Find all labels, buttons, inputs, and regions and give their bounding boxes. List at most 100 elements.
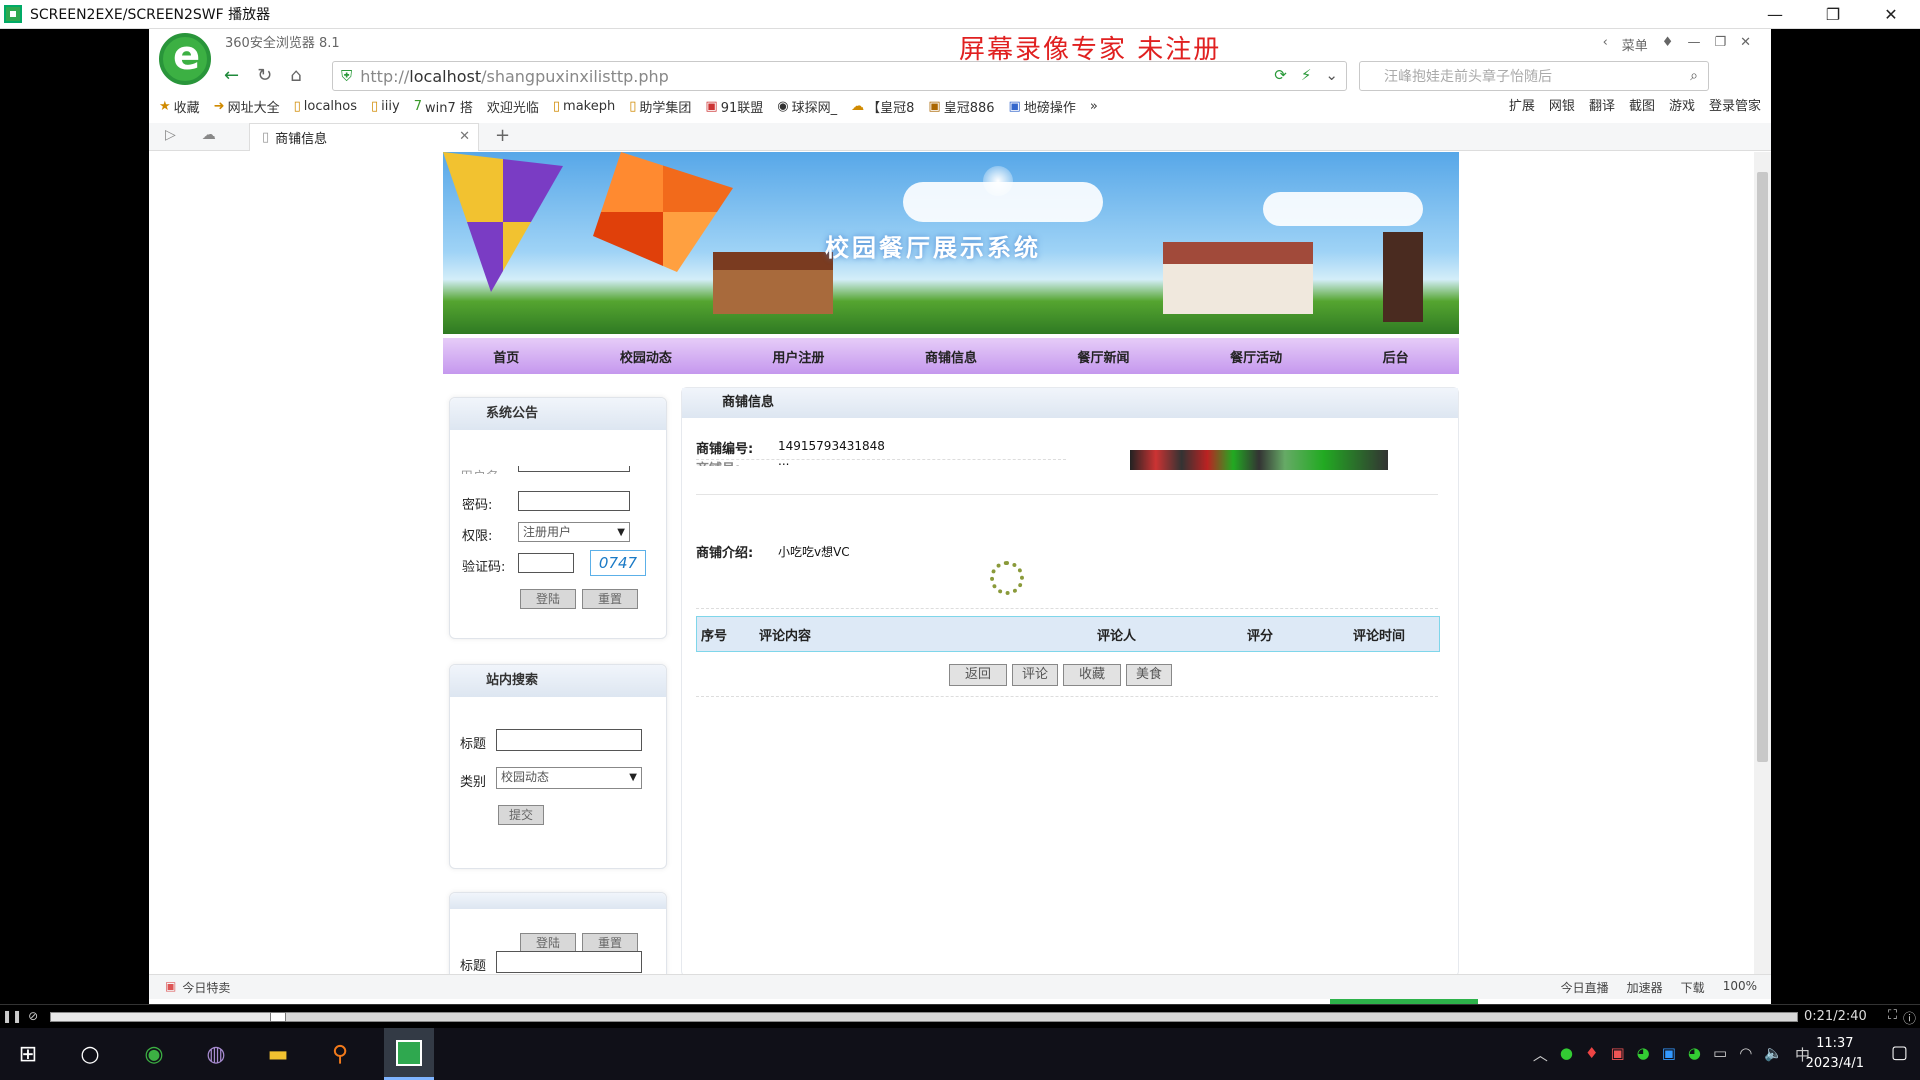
nav-campus-news[interactable]: 校园动态 (620, 347, 672, 366)
app-avatar-icon[interactable]: ◍ (198, 1036, 234, 1072)
browser-restore-icon[interactable]: ❐ (1714, 35, 1726, 54)
toolbar-item[interactable]: 登录管家 (1709, 95, 1761, 114)
bookmark-item[interactable]: 欢迎光临 (487, 97, 539, 116)
home-icon[interactable]: ⌂ (290, 65, 301, 86)
bookmark-item[interactable]: ▣ 地磅操作 (1009, 97, 1076, 116)
nav-restaurant-events[interactable]: 餐厅活动 (1230, 347, 1282, 366)
search-circle-icon[interactable]: ○ (72, 1036, 108, 1072)
bookmark-more[interactable]: » (1090, 99, 1098, 114)
shirt-icon[interactable]: ♦ (1662, 35, 1674, 54)
dropdown-icon[interactable]: ⌄ (1325, 66, 1338, 84)
nav-register[interactable]: 用户注册 (772, 347, 824, 366)
search-icon[interactable]: ⌕ (1690, 68, 1698, 84)
toolbar-item[interactable]: 扩展 (1509, 95, 1535, 114)
favorite-button[interactable]: 收藏 (1063, 664, 1121, 686)
search-title-input[interactable] (496, 729, 642, 751)
status-accelerator[interactable]: 加速器 (1627, 979, 1663, 996)
status-download[interactable]: 下载 (1681, 979, 1705, 996)
minimize-button[interactable]: — (1746, 0, 1804, 29)
ghost-title-input[interactable] (496, 951, 642, 973)
search-submit-button[interactable]: 提交 (498, 805, 544, 825)
bookmark-item[interactable]: ▣ 皇冠886 (928, 97, 994, 116)
tray-shield-icon[interactable]: ▣ (1610, 1044, 1624, 1065)
progress-knob[interactable] (269, 1012, 286, 1022)
toolbar-item[interactable]: 游戏 (1669, 95, 1695, 114)
browser-menu[interactable]: 菜单 (1622, 35, 1648, 54)
stop-icon[interactable]: ⊘ (28, 1009, 38, 1023)
reset-button[interactable]: 重置 (582, 589, 638, 609)
tab-shop-info[interactable]: ▯ 商铺信息 ✕ (249, 123, 479, 151)
zoom-level[interactable]: 100% (1723, 979, 1757, 996)
address-bar[interactable]: ⛨ http://localhost/shangpuxinxilisttp.ph… (332, 61, 1347, 91)
player-taskbar-button[interactable] (384, 1028, 434, 1080)
nav-admin[interactable]: 后台 (1383, 347, 1409, 366)
tray-security-icon[interactable]: ▣ (1662, 1044, 1676, 1065)
nav-shop-info[interactable]: 商铺信息 (925, 347, 977, 366)
tray-360-icon[interactable]: ● (1560, 1044, 1573, 1065)
pause-icon[interactable]: ❚❚ (2, 1009, 22, 1023)
shop-image[interactable] (1130, 450, 1388, 470)
bookmark-item[interactable]: ☁ 【皇冠8 (851, 97, 914, 116)
windows-start-icon[interactable]: ⊞ (10, 1036, 46, 1072)
notification-icon[interactable]: ▢ (1891, 1042, 1908, 1063)
tray-expand-icon[interactable]: ︿ (1533, 1044, 1548, 1065)
info-icon[interactable]: ⓘ (1903, 1008, 1916, 1027)
sidebar-toggle-icon[interactable]: ▷ (165, 127, 176, 143)
new-tab-icon[interactable]: + (495, 125, 510, 146)
password-input[interactable] (518, 491, 630, 511)
status-live[interactable]: 今日直播 (1561, 979, 1609, 996)
captcha-input[interactable] (518, 553, 574, 573)
scroll-thumb[interactable] (1757, 172, 1768, 762)
page-scrollbar[interactable] (1754, 152, 1771, 974)
username-input[interactable] (518, 466, 630, 472)
tray-wechat-icon[interactable]: ◕ (1637, 1044, 1650, 1065)
bookmark-item[interactable]: ★ 收藏 (159, 97, 200, 116)
login-button[interactable]: 登陆 (520, 589, 576, 609)
volume-icon[interactable]: 🔈 (1764, 1044, 1783, 1065)
toolbar-item[interactable]: 截图 (1629, 95, 1655, 114)
comment-button[interactable]: 评论 (1012, 664, 1058, 686)
food-button[interactable]: 美食 (1126, 664, 1172, 686)
browser-360-icon[interactable]: ◉ (136, 1036, 172, 1072)
back-button[interactable]: 返回 (949, 664, 1007, 686)
nav-home[interactable]: 首页 (493, 347, 519, 366)
restore-button[interactable]: ❐ (1804, 0, 1862, 29)
browser-close-icon[interactable]: ✕ (1740, 35, 1751, 54)
wifi-icon[interactable]: ◠ (1739, 1044, 1752, 1065)
bookmark-item[interactable]: ▯ localhos (294, 99, 357, 114)
tray-app-icon[interactable]: ♦ (1585, 1044, 1598, 1065)
bookmark-item[interactable]: ▯ iiiy (371, 99, 400, 114)
search-box[interactable]: 汪峰抱娃走前头章子怡随后 ⌕ (1359, 61, 1709, 91)
lightning-icon[interactable]: ⚡ (1301, 66, 1312, 84)
battery-icon[interactable]: ▭ (1713, 1044, 1727, 1065)
search-category-select[interactable]: 校园动态 (496, 767, 642, 789)
nav-restaurant-news[interactable]: 餐厅新闻 (1078, 347, 1130, 366)
cloud-icon[interactable]: ☁ (202, 127, 216, 143)
close-button[interactable]: ✕ (1862, 0, 1920, 29)
tab-close-icon[interactable]: ✕ (459, 129, 470, 144)
toolbar-item[interactable]: 网银 (1549, 95, 1575, 114)
bookmark-item[interactable]: 7 win7 搭 (414, 97, 473, 116)
toolbar-item[interactable]: 翻译 (1589, 95, 1615, 114)
captcha-image[interactable]: 0747 (590, 550, 646, 576)
ghost-login-button[interactable]: 登陆 (520, 933, 576, 953)
bookmark-item[interactable]: ◉ 球探网_ (777, 97, 837, 116)
playback-progress[interactable] (50, 1012, 1798, 1022)
bookmark-item[interactable]: ➜ 网址大全 (214, 97, 280, 116)
refresh-icon[interactable]: ↻ (257, 65, 272, 86)
search-app-icon[interactable]: ⚲ (322, 1036, 358, 1072)
back-arrow-icon[interactable]: ‹ (1603, 35, 1608, 54)
taskbar-clock[interactable]: 11:37 2023/4/1 (1806, 1034, 1864, 1074)
tray-wechat2-icon[interactable]: ◕ (1688, 1044, 1701, 1065)
fullscreen-icon[interactable]: ⛶ (1888, 1008, 1897, 1027)
file-explorer-icon[interactable]: ▬ (260, 1036, 296, 1072)
reload-compat-icon[interactable]: ⟳ (1274, 66, 1287, 84)
back-icon[interactable]: ← (224, 65, 239, 86)
bookmark-item[interactable]: ▣ 91联盟 (705, 97, 763, 116)
bookmark-item[interactable]: ▯ makeph (553, 99, 615, 114)
bookmark-item[interactable]: ▯ 助学集团 (629, 97, 691, 116)
ghost-reset-button[interactable]: 重置 (582, 933, 638, 953)
status-today-deals[interactable]: 今日特卖 (182, 979, 230, 996)
browser-logo-icon[interactable] (159, 33, 211, 85)
browser-minimize-icon[interactable]: — (1687, 35, 1700, 54)
